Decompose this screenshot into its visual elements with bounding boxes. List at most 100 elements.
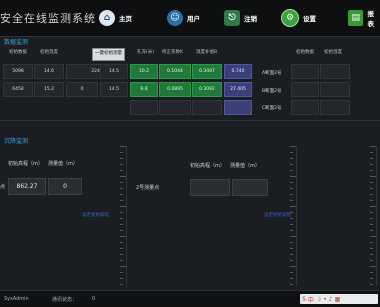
scale-tick [370, 278, 373, 279]
scale-tick [370, 224, 373, 225]
col-header: 初始温度 [324, 50, 342, 55]
col-header: 初始数据 [296, 50, 314, 55]
table-cell[interactable]: 0.3092 [192, 82, 222, 97]
scale-tick [290, 164, 293, 165]
scale-tick [370, 158, 373, 159]
set-initial-elevation-link[interactable]: 设定初始高程 [264, 212, 291, 218]
table-cell[interactable] [291, 100, 319, 115]
scale-tick [290, 158, 293, 159]
scale-tick [120, 224, 123, 225]
scale-tick [120, 278, 123, 279]
col-header: 初始数据 [9, 50, 27, 55]
scale-tick [120, 158, 123, 159]
scale-tick [370, 242, 373, 243]
nav-home-label: 主页 [119, 15, 132, 23]
scale-tick [290, 248, 293, 249]
scale-tick [120, 152, 123, 153]
nav-home[interactable]: ⌂ 主页 [99, 6, 132, 30]
table-cell[interactable] [320, 64, 350, 79]
table-cell: 0.740 [224, 64, 252, 79]
table-cell[interactable] [192, 100, 222, 115]
scale-tick [370, 248, 373, 249]
table-cell[interactable] [320, 100, 350, 115]
scale-tick [120, 236, 126, 237]
table-cell[interactable]: 6458 [3, 82, 33, 97]
init-measure-button[interactable]: 一键初始测量 [92, 48, 125, 61]
nav-report-label: 报表 [367, 10, 374, 28]
scale-tick [120, 254, 123, 255]
scale-tick [120, 200, 123, 201]
table-cell[interactable]: 14.5 [100, 82, 128, 97]
system-tray[interactable]: S 中 ☽ • ♪ ▦ [300, 294, 378, 304]
scale-tick [120, 218, 123, 219]
table-cell[interactable]: 10.2 [130, 64, 158, 79]
scale-tick [120, 164, 123, 165]
table-cell[interactable]: 15.2 [34, 82, 64, 97]
scale-tick [120, 188, 123, 189]
scale-tick [290, 284, 293, 285]
scale-tick [290, 242, 293, 243]
table-cell[interactable]: 5098 [3, 64, 33, 79]
scale-tick [290, 224, 293, 225]
table-cell[interactable]: 14.6 [34, 64, 64, 79]
scale-tick [290, 170, 293, 171]
logout-icon: ⎋ [224, 10, 240, 26]
table-cell[interactable] [130, 100, 158, 115]
scale-right [290, 146, 297, 286]
scale-tick [120, 272, 123, 273]
table-cell[interactable]: 9.8 [130, 82, 158, 97]
initial-elevation-value[interactable]: 862.27 [8, 178, 46, 195]
nav-logout[interactable]: ⎋ 注销 [224, 6, 257, 30]
table-cell: 0 [66, 82, 98, 97]
nav-report[interactable]: ▤ 报表 [348, 6, 380, 30]
table-cell[interactable] [291, 64, 319, 79]
section-title-monitoring: 数据监测 [4, 39, 29, 46]
scale-tick [120, 212, 123, 213]
scale-tick [290, 194, 293, 195]
nav-settings[interactable]: ⚙ 设置 [281, 6, 316, 30]
scale-tick [290, 146, 296, 147]
current-user: SysAdmin [4, 296, 29, 302]
nav-logout-label: 注销 [244, 15, 257, 23]
tray-dot-icon: • [323, 295, 327, 303]
scale-tick [290, 260, 293, 261]
initial-elevation-value[interactable] [190, 179, 230, 196]
scale-tick [290, 200, 293, 201]
nav-users[interactable]: ☺ 用户 [167, 6, 200, 30]
tray-grid-icon: ▦ [334, 295, 341, 303]
scale-tick [290, 278, 293, 279]
gear-icon: ⚙ [281, 9, 299, 27]
scale-tick [370, 254, 373, 255]
scale-tick [370, 182, 373, 183]
scale-tick [370, 266, 376, 267]
table-cell[interactable]: 0.3497 [192, 64, 222, 79]
scale-tick [290, 254, 293, 255]
table-cell[interactable]: 0.1044 [159, 64, 191, 79]
scale-tick [370, 260, 373, 261]
scale-tick [370, 194, 373, 195]
scale-tick [370, 146, 376, 147]
point-label: 2号测量点 [136, 185, 160, 191]
scale-tick [120, 176, 126, 177]
scale-edge [370, 146, 377, 286]
scale-tick [370, 164, 373, 165]
table-cell[interactable] [291, 82, 319, 97]
table-cell[interactable] [159, 100, 191, 115]
report-icon: ▤ [348, 10, 364, 26]
measured-value-label: 测量值（m） [48, 161, 78, 167]
set-initial-elevation-link[interactable]: 设定初始高程 [82, 212, 109, 218]
table-cell[interactable]: 14.5 [100, 64, 128, 79]
scale-tick [290, 272, 293, 273]
tray-moon-icon: ☽ [315, 295, 322, 303]
scale-tick [290, 266, 296, 267]
col-header: 温度补偿B [196, 50, 218, 55]
row-label: A断面2号 [262, 71, 282, 76]
tray-s-icon: S [302, 295, 306, 303]
scale-tick [120, 230, 123, 231]
table-cell[interactable] [320, 82, 350, 97]
scale-tick [290, 176, 296, 177]
scale-tick [120, 182, 123, 183]
scale-tick [370, 284, 373, 285]
scale-tick [370, 218, 373, 219]
table-cell[interactable]: 0.0895 [159, 82, 191, 97]
